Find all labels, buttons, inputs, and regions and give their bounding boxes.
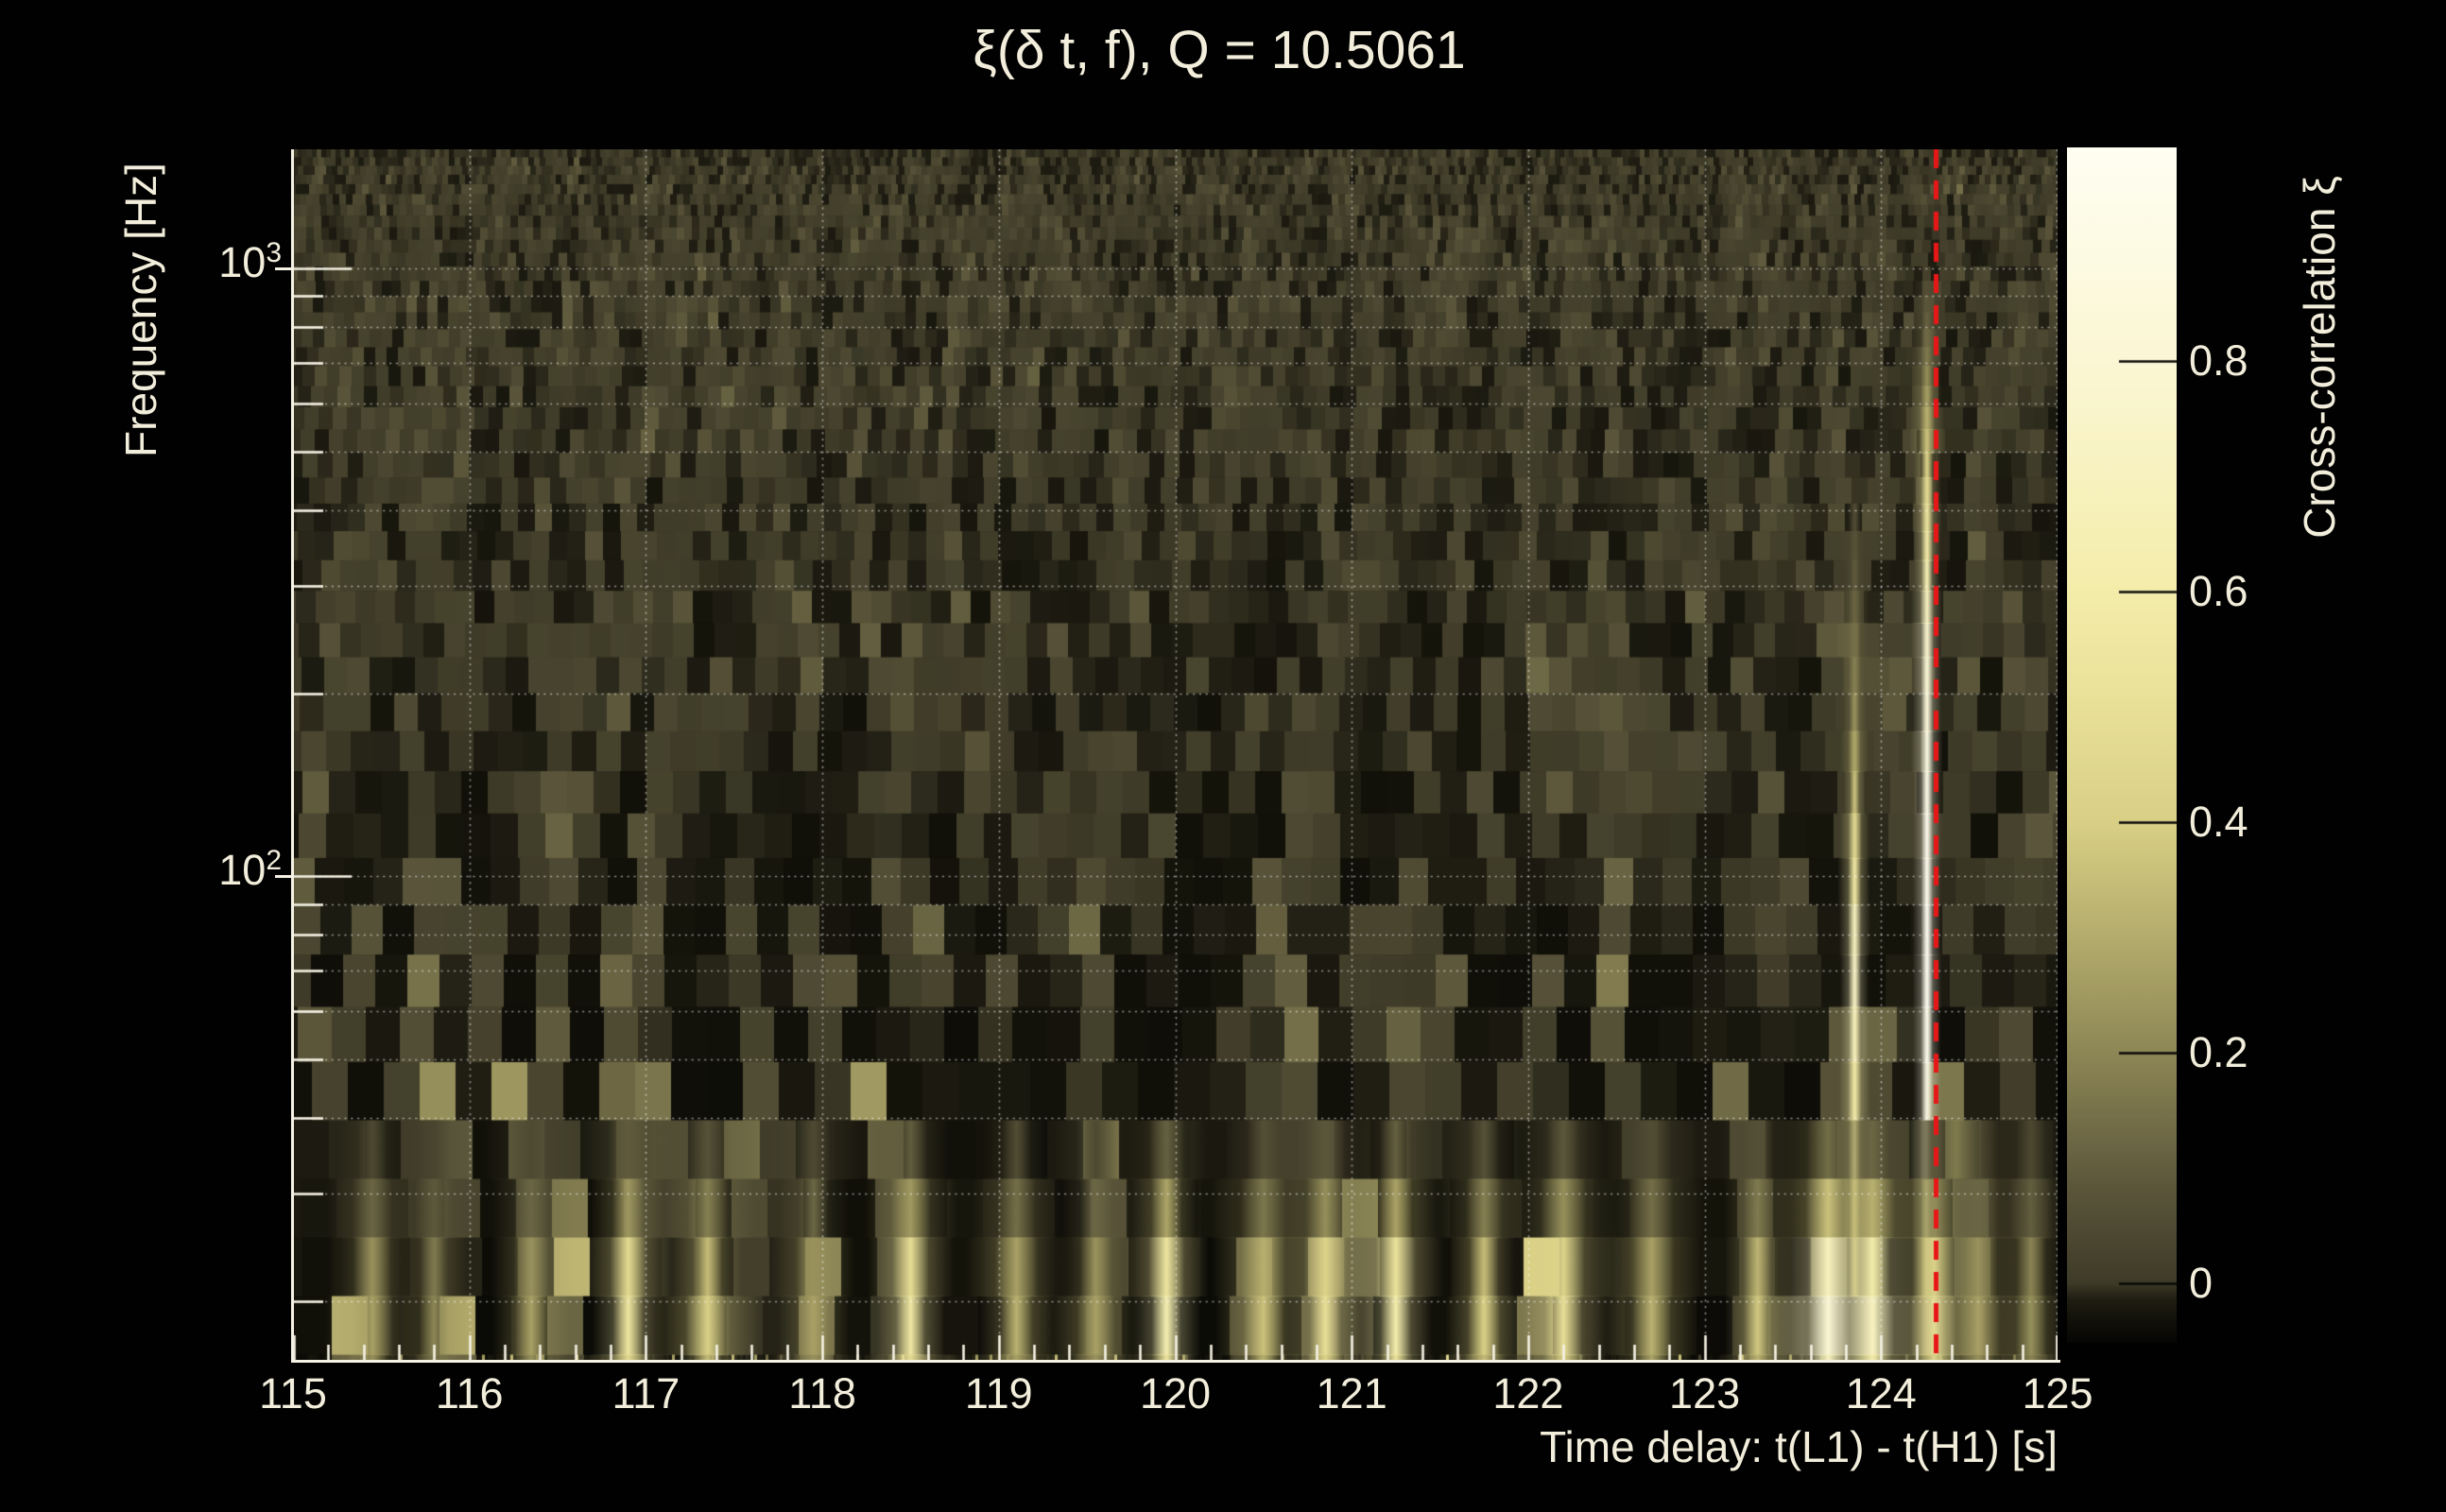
y-major-tick-outer — [275, 267, 293, 270]
x-tick-label-123: 123 — [1629, 1369, 1781, 1418]
colorbar-tick-label-0.6: 0.6 — [2189, 565, 2248, 618]
x-tick-label-122: 122 — [1453, 1369, 1604, 1418]
x-tick-label-125: 125 — [1982, 1369, 2133, 1418]
spectrogram-canvas — [293, 149, 2058, 1360]
x-tick-label-115: 115 — [217, 1369, 369, 1418]
colorbar-label: Cross-correlation ξ — [2294, 140, 2341, 575]
y-major-tick-outer — [275, 875, 293, 878]
colorbar-canvas — [2067, 147, 2177, 1343]
x-tick-label-118: 118 — [747, 1369, 898, 1418]
colorbar-tick-label-0.2: 0.2 — [2189, 1026, 2248, 1079]
x-tick-label-124: 124 — [1805, 1369, 1956, 1418]
x-tick-label-116: 116 — [394, 1369, 545, 1418]
y-axis-label: Frequency [Hz] — [115, 121, 163, 499]
x-tick-label-117: 117 — [570, 1369, 721, 1418]
x-axis-spine — [291, 1360, 2060, 1363]
x-tick-label-119: 119 — [923, 1369, 1075, 1418]
y-tick-label-10e3: 103 — [142, 236, 282, 289]
x-tick-label-120: 120 — [1100, 1369, 1251, 1418]
x-axis-label: Time delay: t(L1) - t(H1) [s] — [1323, 1421, 2058, 1472]
colorbar-tick-label-0.4: 0.4 — [2189, 796, 2248, 849]
qscan-cross-correlation-figure: ξ(δ t, f), Q = 10.5061 Frequency [Hz] Ti… — [0, 0, 2446, 1512]
y-axis-spine — [291, 149, 294, 1363]
colorbar-tick-label-0: 0 — [2189, 1257, 2213, 1310]
colorbar-tick-label-0.8: 0.8 — [2189, 335, 2248, 387]
x-tick-label-121: 121 — [1276, 1369, 1427, 1418]
y-tick-label-10e2: 102 — [142, 844, 282, 897]
plot-title: ξ(δ t, f), Q = 10.5061 — [652, 19, 1786, 81]
